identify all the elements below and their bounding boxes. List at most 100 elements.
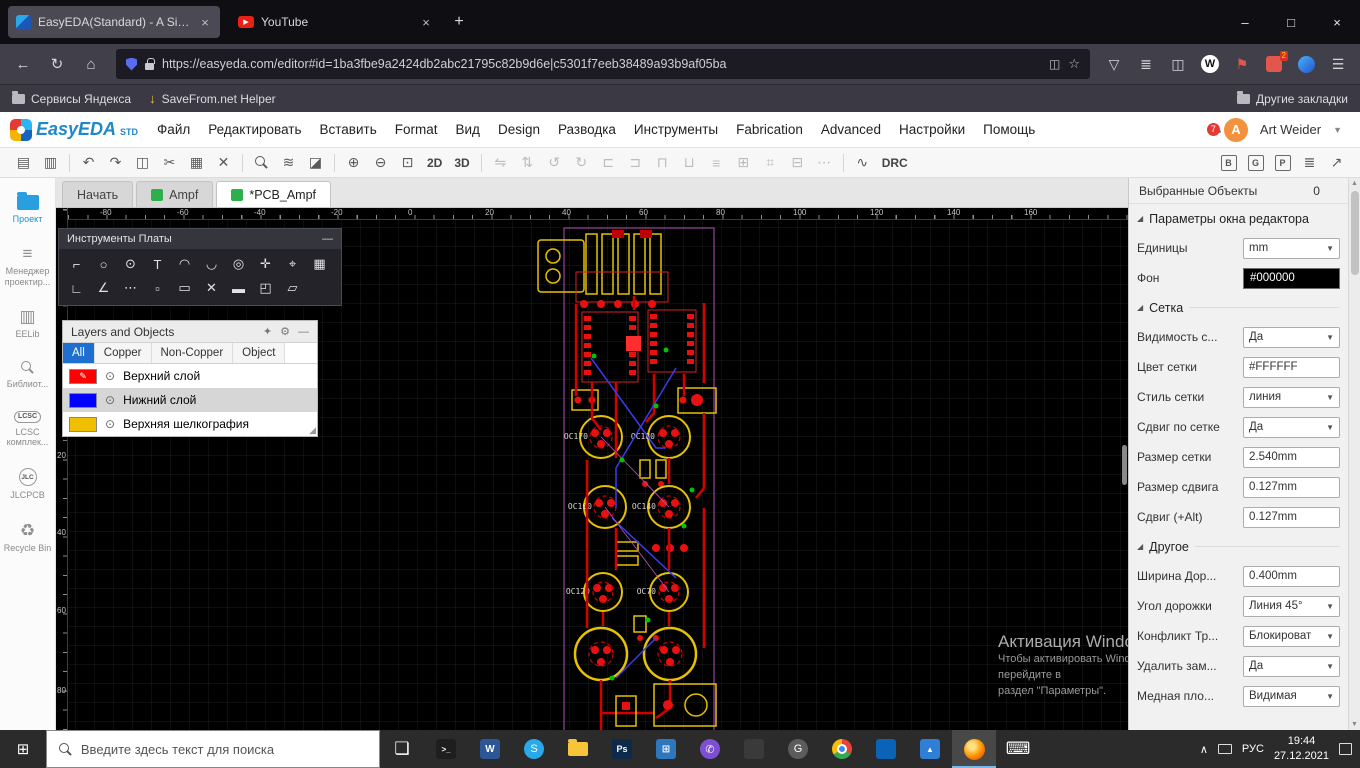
menu-advanced[interactable]: Advanced: [812, 112, 890, 147]
open-icon[interactable]: ▥: [37, 151, 64, 175]
menu-insert[interactable]: Вставить: [311, 112, 386, 147]
copper-area-select[interactable]: Видимая▼: [1243, 686, 1340, 707]
group-icon[interactable]: ⊟: [784, 151, 811, 175]
language-indicator[interactable]: РУС: [1242, 743, 1264, 755]
sidebar-item-recycle-bin[interactable]: ♻ Recycle Bin: [1, 522, 55, 553]
pocket-icon[interactable]: ▽: [1100, 50, 1128, 78]
sidebar-item-eelib[interactable]: ▥ EELib: [1, 308, 55, 339]
easyeda-logo[interactable]: EasyEDA STD: [10, 119, 138, 141]
view-2d-button[interactable]: 2D: [421, 156, 448, 170]
zoom-fit-icon[interactable]: ⊡: [394, 151, 421, 175]
align-left-icon[interactable]: ⊏: [595, 151, 622, 175]
layers-panel[interactable]: Layers and Objects ✦ ⚙ — All Copper Non-…: [62, 320, 318, 437]
drag-tool[interactable]: ✛: [252, 252, 279, 276]
canvas-scrollbar-thumb[interactable]: [1122, 445, 1127, 485]
section-other[interactable]: ◢ Другое: [1129, 532, 1348, 561]
maximize-button[interactable]: □: [1268, 0, 1314, 44]
touch-keyboard-icon[interactable]: ⌨: [996, 730, 1040, 768]
panel-minimize-icon[interactable]: —: [322, 233, 333, 245]
track-tool[interactable]: ⌐: [63, 252, 90, 276]
units-select[interactable]: mm▼: [1243, 238, 1340, 259]
menu-tools[interactable]: Инструменты: [625, 112, 727, 147]
tracking-shield-icon[interactable]: [126, 58, 137, 71]
start-button[interactable]: ⊞: [0, 730, 46, 768]
layers-icon[interactable]: ≣: [1296, 151, 1323, 175]
conflict-select[interactable]: Блокироват▼: [1243, 626, 1340, 647]
hole-tool[interactable]: ◎: [225, 252, 252, 276]
gear-icon[interactable]: ⚙: [280, 325, 290, 338]
chrome-app-icon[interactable]: [820, 730, 864, 768]
copy-icon[interactable]: ◫: [129, 151, 156, 175]
code-app-icon[interactable]: [864, 730, 908, 768]
rotate-ccw-icon[interactable]: ↺: [541, 151, 568, 175]
terminal-app-icon[interactable]: >_: [424, 730, 468, 768]
pin-icon[interactable]: ✦: [263, 325, 272, 338]
minimize-button[interactable]: –: [1222, 0, 1268, 44]
bom-icon[interactable]: B: [1215, 151, 1242, 175]
app-icon-dark[interactable]: [732, 730, 776, 768]
align-right-icon[interactable]: ⊐: [622, 151, 649, 175]
sidebar-toggle-icon[interactable]: ◫: [1164, 50, 1192, 78]
menu-file[interactable]: Файл: [148, 112, 199, 147]
track-width-input[interactable]: [1243, 566, 1340, 587]
close-button[interactable]: ×: [1314, 0, 1360, 44]
firefox-app-icon[interactable]: [952, 730, 996, 768]
remove-loop-select[interactable]: Да▼: [1243, 656, 1340, 677]
gerber-icon[interactable]: G: [1242, 151, 1269, 175]
dashed-line-tool[interactable]: ⋯: [117, 276, 144, 300]
layer-row-bottom[interactable]: ⊙ Нижний слой: [63, 388, 317, 412]
distribute-h-icon[interactable]: ⊞: [730, 151, 757, 175]
sidebar-item-jlcpcb[interactable]: JLC JLCPCB: [1, 468, 55, 500]
menu-route[interactable]: Разводка: [549, 112, 625, 147]
search-icon[interactable]: [248, 151, 275, 175]
user-avatar[interactable]: A: [1224, 118, 1248, 142]
display-tray-icon[interactable]: [1218, 744, 1232, 754]
find-similar-icon[interactable]: ≋: [275, 151, 302, 175]
share-icon[interactable]: ↗: [1323, 151, 1350, 175]
snap-select[interactable]: Да▼: [1243, 417, 1340, 438]
dimension-tool[interactable]: ⌖: [279, 252, 306, 276]
rect-tool[interactable]: ▭: [171, 276, 198, 300]
taskbar-search[interactable]: [46, 730, 380, 768]
zoom-out-icon[interactable]: ⊖: [367, 151, 394, 175]
gimp-app-icon[interactable]: G: [776, 730, 820, 768]
align-center-icon[interactable]: ≡: [703, 151, 730, 175]
menu-fabrication[interactable]: Fabrication: [727, 112, 812, 147]
bookmark-yandex-folder[interactable]: Сервисы Яндекса: [12, 92, 131, 106]
corner-tool[interactable]: ∟: [63, 276, 90, 300]
align-top-icon[interactable]: ⊓: [649, 151, 676, 175]
library-icon[interactable]: ≣: [1132, 50, 1160, 78]
extension-w-icon[interactable]: W: [1196, 50, 1224, 78]
tab-close-icon[interactable]: ×: [198, 15, 212, 30]
bookmark-savefrom[interactable]: ↓ SaveFrom.net Helper: [149, 91, 276, 106]
panel-resize-handle[interactable]: ◢: [309, 425, 316, 436]
url-bar[interactable]: https://easyeda.com/editor#id=1ba3fbe9a2…: [116, 49, 1090, 79]
dotted-rect-tool[interactable]: ▫: [144, 276, 171, 300]
solid-region-tool[interactable]: ▬: [225, 276, 252, 300]
circle-tool[interactable]: ○: [90, 252, 117, 276]
background-color-field[interactable]: #000000: [1243, 268, 1340, 289]
lock-icon[interactable]: [145, 63, 154, 70]
arc-tool[interactable]: ◠: [171, 252, 198, 276]
alt-snap-input[interactable]: [1243, 507, 1340, 528]
drc-button[interactable]: DRC: [876, 156, 914, 170]
grid-visible-select[interactable]: Да▼: [1243, 327, 1340, 348]
layers-tab-noncopper[interactable]: Non-Copper: [152, 343, 234, 363]
grid-color-input[interactable]: [1243, 357, 1340, 378]
user-menu-caret-icon[interactable]: ▼: [1333, 125, 1342, 135]
other-bookmarks[interactable]: Другие закладки: [1237, 92, 1348, 106]
browser-tab-easyeda[interactable]: EasyEDA(Standard) - A Simple a ×: [8, 6, 220, 38]
track-angle-select[interactable]: Линия 45°▼: [1243, 596, 1340, 617]
layers-panel-title[interactable]: Layers and Objects ✦ ⚙ —: [63, 321, 317, 343]
tab-close-icon[interactable]: ×: [418, 15, 434, 30]
eye-icon[interactable]: ⊙: [105, 369, 115, 383]
scroll-up-icon[interactable]: ▲: [1351, 180, 1358, 187]
section-grid[interactable]: ◢ Сетка: [1129, 293, 1348, 322]
eraser-icon[interactable]: ◪: [302, 151, 329, 175]
layer-color-swatch[interactable]: ✎: [69, 369, 97, 384]
mirror-v-icon[interactable]: ⇅: [514, 151, 541, 175]
explorer-app-icon[interactable]: [556, 730, 600, 768]
back-icon[interactable]: ←: [8, 50, 38, 78]
eye-icon[interactable]: ⊙: [105, 417, 115, 431]
user-name[interactable]: Art Weider: [1260, 122, 1321, 137]
